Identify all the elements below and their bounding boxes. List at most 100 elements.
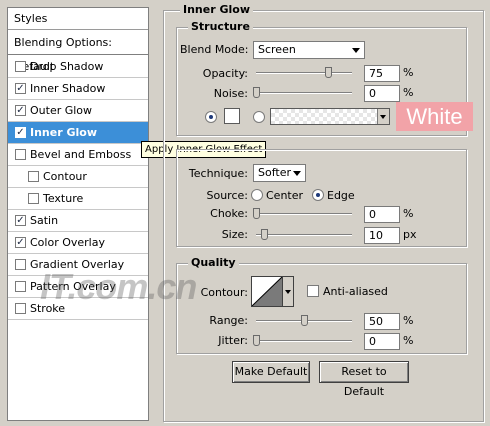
- color-radio[interactable]: [205, 111, 217, 123]
- opacity-slider-thumb[interactable]: [325, 67, 332, 78]
- style-checkbox[interactable]: [15, 61, 26, 72]
- source-label: Source:: [206, 189, 249, 202]
- chevron-down-icon: [352, 48, 360, 53]
- styles-panel: Styles Blending Options: Default Drop Sh…: [7, 7, 149, 421]
- size-slider-thumb[interactable]: [261, 229, 268, 240]
- style-item-drop-shadow[interactable]: Drop Shadow: [8, 56, 148, 78]
- style-checkbox[interactable]: [15, 303, 26, 314]
- noise-slider-track[interactable]: [256, 92, 352, 94]
- color-swatch[interactable]: [224, 108, 240, 124]
- gradient-picker-button[interactable]: [377, 109, 389, 124]
- choke-label: Choke:: [210, 207, 248, 220]
- contour-dropdown-button[interactable]: [283, 276, 294, 307]
- structure-title: Structure: [188, 20, 253, 33]
- style-item-stroke[interactable]: Stroke: [8, 298, 148, 320]
- style-item-pattern-overlay[interactable]: Pattern Overlay: [8, 276, 148, 298]
- style-checkbox[interactable]: [28, 193, 39, 204]
- styles-header[interactable]: Styles: [8, 8, 148, 30]
- style-item-inner-glow[interactable]: ✓ Inner Glow: [8, 122, 148, 144]
- style-checkbox[interactable]: ✓: [15, 83, 26, 94]
- style-item-label: Bevel and Emboss: [30, 148, 132, 161]
- style-item-satin[interactable]: ✓ Satin: [8, 210, 148, 232]
- source-center-label: Center: [266, 189, 304, 202]
- source-edge-radio[interactable]: [312, 189, 324, 201]
- opacity-slider-track[interactable]: [256, 72, 352, 74]
- opacity-label: Opacity:: [202, 67, 248, 80]
- style-item-label: Contour: [43, 170, 87, 183]
- source-center-radio[interactable]: [251, 189, 263, 201]
- style-item-label: Stroke: [30, 302, 66, 315]
- style-item-label: Drop Shadow: [30, 60, 104, 73]
- range-unit: %: [403, 314, 414, 327]
- style-checkbox[interactable]: ✓: [15, 215, 26, 226]
- size-input[interactable]: 10: [364, 227, 400, 244]
- style-item-label: Outer Glow: [30, 104, 93, 117]
- style-checkbox[interactable]: [15, 259, 26, 270]
- gradient-radio[interactable]: [253, 111, 265, 123]
- choke-unit: %: [403, 207, 414, 220]
- blend-mode-label: Blend Mode:: [180, 43, 249, 56]
- style-item-contour[interactable]: Contour: [8, 166, 148, 188]
- anti-aliased-checkbox[interactable]: [307, 285, 319, 297]
- style-item-label: Inner Shadow: [30, 82, 106, 95]
- style-item-label: Inner Glow: [30, 126, 97, 139]
- style-item-inner-shadow[interactable]: ✓ Inner Shadow: [8, 78, 148, 100]
- chevron-down-icon: [380, 115, 386, 119]
- style-checkbox[interactable]: [15, 149, 26, 160]
- style-checkbox[interactable]: ✓: [15, 105, 26, 116]
- choke-slider-thumb[interactable]: [253, 208, 260, 219]
- style-item-color-overlay[interactable]: ✓ Color Overlay: [8, 232, 148, 254]
- noise-unit: %: [403, 86, 414, 99]
- opacity-unit: %: [403, 66, 414, 79]
- size-label: Size:: [221, 228, 248, 241]
- make-default-button[interactable]: Make Default: [232, 361, 310, 383]
- style-item-outer-glow[interactable]: ✓ Outer Glow: [8, 100, 148, 122]
- noise-label: Noise:: [213, 87, 248, 100]
- noise-slider-thumb[interactable]: [253, 87, 260, 98]
- choke-slider-track[interactable]: [256, 213, 352, 215]
- size-unit: px: [403, 228, 417, 241]
- chevron-down-icon: [285, 290, 291, 294]
- technique-dropdown[interactable]: Softer: [253, 164, 306, 182]
- style-item-label: Color Overlay: [30, 236, 105, 249]
- opacity-input[interactable]: 75: [364, 65, 400, 82]
- style-checkbox[interactable]: [15, 281, 26, 292]
- jitter-unit: %: [403, 334, 414, 347]
- blend-mode-value: Screen: [258, 43, 296, 56]
- range-slider-thumb[interactable]: [301, 315, 308, 326]
- style-checkbox[interactable]: ✓: [15, 237, 26, 248]
- style-item-gradient-overlay[interactable]: Gradient Overlay: [8, 254, 148, 276]
- reset-to-default-button[interactable]: Reset to Default: [319, 361, 409, 398]
- jitter-input[interactable]: 0: [364, 333, 400, 350]
- style-item-label: Pattern Overlay: [30, 280, 116, 293]
- jitter-label: Jitter:: [218, 334, 248, 347]
- anti-aliased-label: Anti-aliased: [323, 285, 388, 298]
- noise-input[interactable]: 0: [364, 85, 400, 102]
- size-slider-track[interactable]: [256, 234, 352, 236]
- style-item-texture[interactable]: Texture: [8, 188, 148, 210]
- style-checkbox[interactable]: [28, 171, 39, 182]
- style-item-label: Gradient Overlay: [30, 258, 125, 271]
- contour-picker[interactable]: [251, 276, 283, 307]
- technique-label: Technique:: [188, 167, 248, 180]
- jitter-slider-track[interactable]: [256, 340, 352, 342]
- style-item-label: Texture: [43, 192, 84, 205]
- quality-title: Quality: [188, 256, 239, 269]
- choke-input[interactable]: 0: [364, 206, 400, 223]
- style-item-bevel-and-emboss[interactable]: Bevel and Emboss: [8, 144, 148, 166]
- blend-mode-dropdown[interactable]: Screen: [253, 41, 365, 59]
- white-annotation: White: [396, 102, 473, 131]
- radio-selected-dot: [209, 115, 213, 119]
- jitter-slider-thumb[interactable]: [253, 335, 260, 346]
- contour-label: Contour:: [200, 286, 248, 299]
- blending-options-item[interactable]: Blending Options: Default: [8, 31, 148, 73]
- style-item-label: Satin: [30, 214, 59, 227]
- contour-curve-icon: [251, 276, 283, 307]
- gradient-picker[interactable]: [270, 108, 390, 125]
- style-checkbox[interactable]: ✓: [15, 127, 26, 138]
- inner-glow-title: Inner Glow: [180, 3, 253, 16]
- range-label: Range:: [209, 314, 248, 327]
- range-input[interactable]: 50: [364, 313, 400, 330]
- chevron-down-icon: [293, 171, 301, 176]
- technique-value: Softer: [258, 166, 291, 179]
